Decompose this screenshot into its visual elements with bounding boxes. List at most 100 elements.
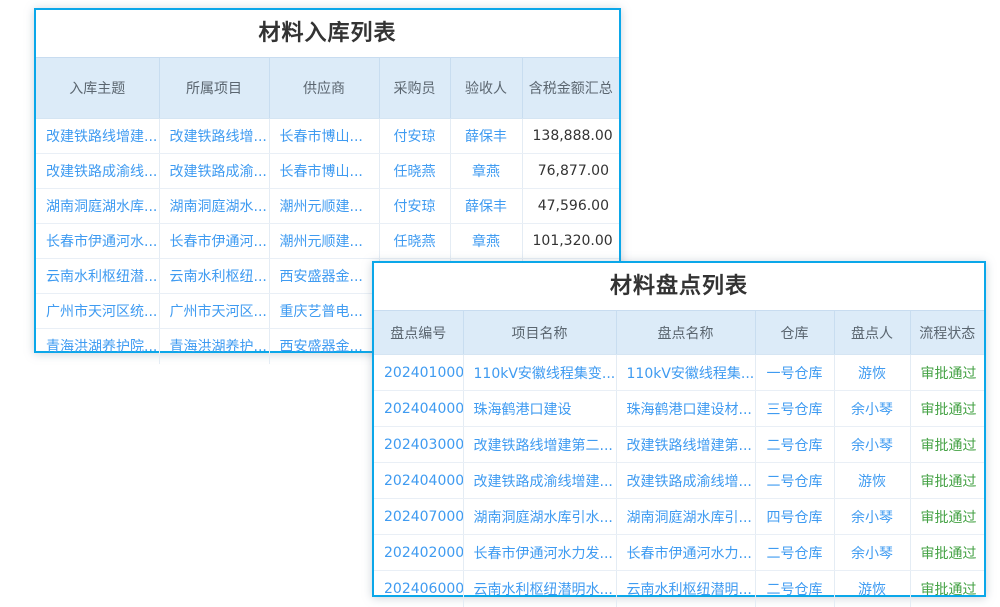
table-cell-link[interactable]: 2024040001	[374, 463, 463, 499]
table-cell-link[interactable]: 重庆艺普电...	[269, 294, 379, 329]
column-header: 供应商	[269, 58, 379, 119]
table-cell-link[interactable]: 章燕	[450, 224, 522, 259]
table-row: 湖南洞庭湖水库...湖南洞庭湖水...潮州元顺建...付安琼薛保丰47,596.…	[36, 189, 619, 224]
table-row: 2024020005长春市伊通河水力发...长春市伊通河水力...二号仓库余小琴…	[374, 535, 984, 571]
table-cell-link[interactable]: 2024070001	[374, 499, 463, 535]
column-header: 项目名称	[463, 311, 616, 355]
material-inventory-panel: 材料盘点列表 盘点编号项目名称盘点名称仓库盘点人流程状态 20240100081…	[372, 261, 986, 597]
table-cell-link[interactable]: 三号仓库	[755, 391, 834, 427]
table-cell-link[interactable]: 珠海鹤港口建设	[463, 391, 616, 427]
table-cell-link[interactable]: 余小琴	[834, 391, 910, 427]
table-row: 长春市伊通河水...长春市伊通河...潮州元顺建...任晓燕章燕101,320.…	[36, 224, 619, 259]
table-cell-link[interactable]: 薛保丰	[450, 119, 522, 154]
table-cell-link[interactable]: 付安琼	[379, 189, 450, 224]
inbound-table-header: 入库主题所属项目供应商采购员验收人含税金额汇总	[36, 58, 619, 119]
table-cell-link[interactable]: 珠海鹤港口建设材...	[616, 391, 755, 427]
table-cell-link[interactable]: 改建铁路线增建...	[36, 119, 159, 154]
table-cell-link[interactable]: 潮州元顺建...	[269, 224, 379, 259]
table-row: 2024060001云南水利枢纽潜明水...云南水利枢纽潜明...二号仓库游恢审…	[374, 571, 984, 607]
column-header: 仓库	[755, 311, 834, 355]
table-cell-link[interactable]: 游恢	[834, 463, 910, 499]
table-row: 改建铁路成渝线...改建铁路成渝...长春市博山...任晓燕章燕76,877.0…	[36, 154, 619, 189]
column-header: 盘点人	[834, 311, 910, 355]
table-cell-link[interactable]: 二号仓库	[755, 535, 834, 571]
table-cell-link[interactable]: 二号仓库	[755, 427, 834, 463]
table-cell-link[interactable]: 长春市伊通河水...	[36, 224, 159, 259]
table-cell: 审批通过	[910, 499, 984, 535]
table-cell-link[interactable]: 改建铁路成渝线增...	[616, 463, 755, 499]
table-cell-link[interactable]: 长春市伊通河...	[159, 224, 269, 259]
table-cell-link[interactable]: 2024010008	[374, 355, 463, 391]
table-cell-link[interactable]: 长春市伊通河水力...	[616, 535, 755, 571]
table-cell-link[interactable]: 云南水利枢纽...	[159, 259, 269, 294]
table-cell: 审批通过	[910, 463, 984, 499]
table-cell-link[interactable]: 湖南洞庭湖水库...	[36, 189, 159, 224]
table-cell-link[interactable]: 改建铁路线增...	[159, 119, 269, 154]
table-row: 2024010008110kV安徽线程集变...110kV安徽线程集...一号仓…	[374, 355, 984, 391]
table-cell-link[interactable]: 西安盛器金...	[269, 329, 379, 364]
table-cell-link[interactable]: 云南水利枢纽潜明水...	[463, 571, 616, 607]
table-cell: 101,320.00	[522, 224, 619, 259]
table-cell-link[interactable]: 广州市天河区统...	[36, 294, 159, 329]
column-header: 采购员	[379, 58, 450, 119]
inventory-table-body: 2024010008110kV安徽线程集变...110kV安徽线程集...一号仓…	[374, 355, 984, 607]
table-cell-link[interactable]: 长春市博山...	[269, 119, 379, 154]
table-cell-link[interactable]: 2024030004	[374, 427, 463, 463]
column-header: 入库主题	[36, 58, 159, 119]
table-cell-link[interactable]: 改建铁路成渝线增建...	[463, 463, 616, 499]
table-cell: 审批通过	[910, 355, 984, 391]
inventory-table-header: 盘点编号项目名称盘点名称仓库盘点人流程状态	[374, 311, 984, 355]
table-cell: 审批通过	[910, 535, 984, 571]
table-cell: 76,877.00	[522, 154, 619, 189]
header-row: 盘点编号项目名称盘点名称仓库盘点人流程状态	[374, 311, 984, 355]
table-cell-link[interactable]: 章燕	[450, 154, 522, 189]
table-cell-link[interactable]: 湖南洞庭湖水库引水...	[463, 499, 616, 535]
table-cell-link[interactable]: 西安盛器金...	[269, 259, 379, 294]
table-cell: 审批通过	[910, 427, 984, 463]
table-cell-link[interactable]: 长春市博山...	[269, 154, 379, 189]
table-cell-link[interactable]: 湖南洞庭湖水库引...	[616, 499, 755, 535]
table-cell-link[interactable]: 110kV安徽线程集...	[616, 355, 755, 391]
table-cell-link[interactable]: 余小琴	[834, 499, 910, 535]
table-cell-link[interactable]: 改建铁路线增建第...	[616, 427, 755, 463]
column-header: 所属项目	[159, 58, 269, 119]
table-cell-link[interactable]: 云南水利枢纽潜明...	[616, 571, 755, 607]
table-cell-link[interactable]: 任晓燕	[379, 154, 450, 189]
table-cell-link[interactable]: 2024020005	[374, 535, 463, 571]
table-cell-link[interactable]: 余小琴	[834, 427, 910, 463]
table-cell-link[interactable]: 湖南洞庭湖水...	[159, 189, 269, 224]
table-cell-link[interactable]: 改建铁路成渝线...	[36, 154, 159, 189]
table-row: 2024040001改建铁路成渝线增建...改建铁路成渝线增...二号仓库游恢审…	[374, 463, 984, 499]
table-cell-link[interactable]: 改建铁路成渝...	[159, 154, 269, 189]
table-cell-link[interactable]: 游恢	[834, 571, 910, 607]
table-cell: 138,888.00	[522, 119, 619, 154]
table-cell-link[interactable]: 潮州元顺建...	[269, 189, 379, 224]
table-cell-link[interactable]: 广州市天河区...	[159, 294, 269, 329]
table-cell-link[interactable]: 二号仓库	[755, 463, 834, 499]
material-inventory-table: 盘点编号项目名称盘点名称仓库盘点人流程状态 2024010008110kV安徽线…	[374, 310, 984, 607]
table-cell: 审批通过	[910, 391, 984, 427]
table-cell-link[interactable]: 余小琴	[834, 535, 910, 571]
table-cell-link[interactable]: 青海洪湖养护院...	[36, 329, 159, 364]
table-cell-link[interactable]: 长春市伊通河水力发...	[463, 535, 616, 571]
column-header: 验收人	[450, 58, 522, 119]
table-cell-link[interactable]: 2024060001	[374, 571, 463, 607]
table-cell-link[interactable]: 二号仓库	[755, 571, 834, 607]
table-row: 2024070001湖南洞庭湖水库引水...湖南洞庭湖水库引...四号仓库余小琴…	[374, 499, 984, 535]
table-cell-link[interactable]: 四号仓库	[755, 499, 834, 535]
column-header: 含税金额汇总	[522, 58, 619, 119]
table-cell-link[interactable]: 云南水利枢纽潜...	[36, 259, 159, 294]
table-cell-link[interactable]: 110kV安徽线程集变...	[463, 355, 616, 391]
table-cell: 47,596.00	[522, 189, 619, 224]
table-row: 2024040003珠海鹤港口建设珠海鹤港口建设材...三号仓库余小琴审批通过	[374, 391, 984, 427]
table-cell: 审批通过	[910, 571, 984, 607]
table-cell-link[interactable]: 一号仓库	[755, 355, 834, 391]
table-cell-link[interactable]: 2024040003	[374, 391, 463, 427]
table-cell-link[interactable]: 改建铁路线增建第二...	[463, 427, 616, 463]
column-header: 盘点名称	[616, 311, 755, 355]
table-cell-link[interactable]: 游恢	[834, 355, 910, 391]
table-cell-link[interactable]: 任晓燕	[379, 224, 450, 259]
table-cell-link[interactable]: 青海洪湖养护...	[159, 329, 269, 364]
table-cell-link[interactable]: 付安琼	[379, 119, 450, 154]
table-cell-link[interactable]: 薛保丰	[450, 189, 522, 224]
